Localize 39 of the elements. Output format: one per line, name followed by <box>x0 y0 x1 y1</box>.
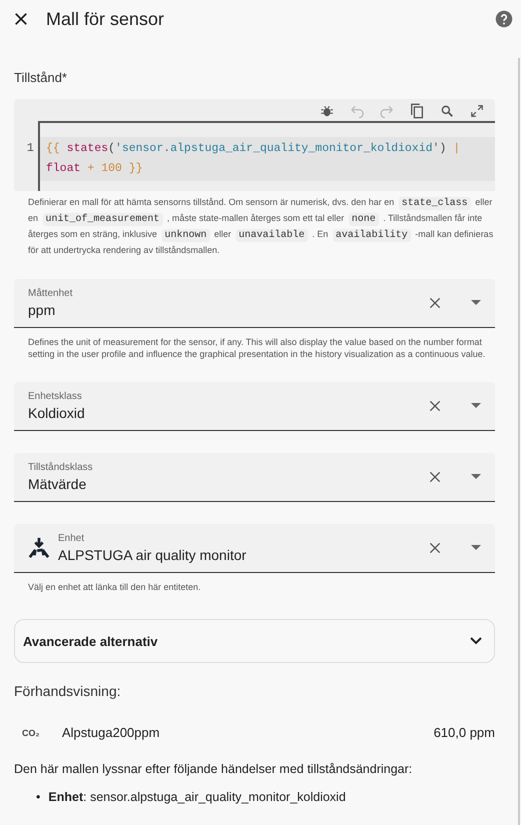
clear-icon[interactable] <box>427 295 443 311</box>
field-value: Mätvärde <box>28 476 88 492</box>
dropdown-caret-icon[interactable] <box>471 403 481 409</box>
advanced-options-expander[interactable]: Avancerade alternativ <box>14 619 495 663</box>
clear-icon[interactable] <box>427 540 443 556</box>
helper-text: Definierar en mall för att hämta sensorns tillstånd. Om sensorn är numerisk, dvs. den har en state_class eller en unit_of_measurement , måste state-mallen återges som ett tal eller none . Tillståndsmallen får inte återges som en sträng, inklusive unknown eller unavailable . En availability -mall kan definieras för att undertrycka rendering av tillståndsmallen. <box>28 196 494 257</box>
field-label: Måttenhet <box>28 288 74 299</box>
chevron-icon <box>470 637 482 645</box>
clear-icon[interactable] <box>427 398 443 414</box>
dropdown-caret-icon[interactable] <box>471 545 481 551</box>
bullet: • <box>36 790 40 804</box>
preview-heading: Förhandsvisning: <box>14 683 122 699</box>
entity-state: 610,0 ppm <box>434 725 495 740</box>
clear-icon[interactable] <box>427 469 443 485</box>
dropdown-caret-icon[interactable] <box>471 474 481 480</box>
entity-name: Alpstuga200ppm <box>62 725 161 740</box>
select-field[interactable]: Tillståndsklass Mätvärde <box>14 453 495 502</box>
field-label: Tillståndsklass <box>28 462 94 473</box>
line-number: 1 <box>26 140 35 157</box>
co2-icon: CO₂ <box>22 728 62 738</box>
help-button[interactable] <box>495 10 513 28</box>
scrollbar[interactable] <box>518 58 520 825</box>
listener-item: Enhet: sensor.alpstuga_air_quality_monitor_koldioxid <box>48 790 346 804</box>
field-value: Koldioxid <box>28 405 86 421</box>
code-editor[interactable]: 1 {{ states('sensor.alpstuga_air_quality_monitor_koldioxid') | float + 100 }} <box>14 99 495 191</box>
field-label: Tillstånd* <box>14 70 68 85</box>
select-field[interactable]: Måttenhet ppm <box>14 279 495 328</box>
helper-text: Välj en enhet att länka till den här entiteten. <box>28 581 202 593</box>
device-logo-icon <box>28 537 50 559</box>
field-value: ppm <box>28 302 56 318</box>
select-field[interactable]: Enhetsklass Koldioxid <box>14 382 495 431</box>
field-label: Enhetsklass <box>28 391 83 402</box>
field-value: ALPSTUGA air quality monitor <box>58 547 248 563</box>
helper-text: Defines the unit of measurement for the sensor, if any. This will also display the value based on the number format setting in the user profile and influence the graphical presentation in the history visualization as a continuous value. <box>28 336 486 360</box>
listeners-intro: Den här mallen lyssnar efter följande händelser med tillståndsändringar: <box>14 762 414 776</box>
select-field[interactable]: Enhet ALPSTUGA air quality monitor <box>14 524 495 573</box>
dialog-title: Mall för sensor <box>46 8 166 30</box>
field-label: Enhet <box>58 533 86 544</box>
dropdown-caret-icon[interactable] <box>471 300 481 306</box>
